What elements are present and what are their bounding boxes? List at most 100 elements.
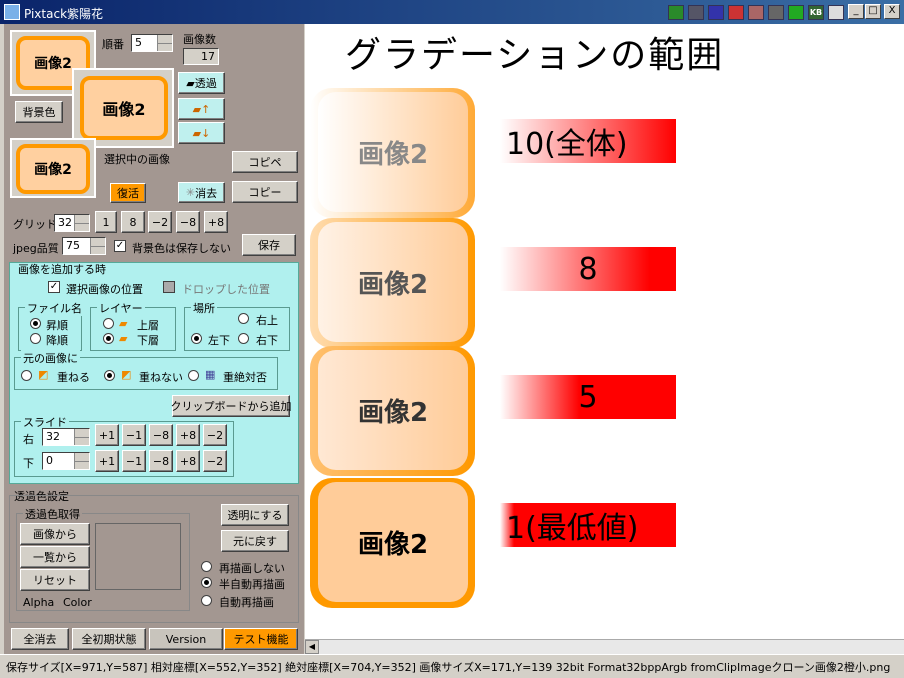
overlap-radio[interactable] bbox=[21, 370, 32, 381]
image-count-value: 17 bbox=[183, 48, 219, 65]
keyboard-icon[interactable]: KB bbox=[808, 5, 824, 20]
drop-position-label: ドロップした位置 bbox=[182, 283, 270, 296]
slide-down-button[interactable]: −2 bbox=[203, 450, 227, 472]
background-color-button[interactable]: 背景色 bbox=[15, 101, 63, 123]
tile-label: 画像2 bbox=[318, 350, 468, 470]
canvas-tile[interactable]: 画像2 bbox=[310, 218, 475, 348]
canvas-tile[interactable]: 画像2 bbox=[310, 346, 475, 476]
selected-position-label: 選択画像の位置 bbox=[66, 283, 143, 296]
grid-spinner[interactable] bbox=[74, 215, 89, 231]
bg-no-save-checkbox[interactable]: ✓ bbox=[114, 240, 126, 252]
transparent-button[interactable]: ▰ 透過 bbox=[178, 72, 225, 94]
asc-radio[interactable] bbox=[30, 318, 41, 329]
copy-button[interactable]: コピー bbox=[232, 181, 298, 203]
jpeg-quality-spinner[interactable] bbox=[90, 238, 105, 254]
semi-auto-radio[interactable] bbox=[201, 577, 212, 588]
upper-radio[interactable] bbox=[103, 318, 114, 329]
tab-test[interactable]: テスト機能 bbox=[224, 628, 298, 650]
tray-icon[interactable] bbox=[688, 5, 704, 20]
grid-button[interactable]: −2 bbox=[148, 211, 172, 233]
slide-down-button[interactable]: −1 bbox=[122, 450, 146, 472]
tray-icon[interactable] bbox=[768, 5, 784, 20]
tab-clear-all[interactable]: 全消去 bbox=[11, 628, 69, 650]
slide-right-spinner[interactable] bbox=[74, 429, 89, 445]
tray-icon[interactable] bbox=[828, 5, 844, 20]
auto-redraw-radio[interactable] bbox=[201, 595, 212, 606]
tray-icon[interactable] bbox=[668, 5, 684, 20]
original-title: 元の画像に bbox=[21, 350, 80, 366]
color-label: Color bbox=[63, 596, 92, 609]
tray-icon[interactable] bbox=[788, 5, 804, 20]
from-image-button[interactable]: 画像から bbox=[20, 523, 90, 545]
restore-button[interactable]: 復活 bbox=[110, 183, 146, 203]
no-redraw-radio[interactable] bbox=[201, 561, 212, 572]
move-down-button[interactable]: ▰↓ bbox=[178, 122, 225, 144]
order-spinner[interactable] bbox=[157, 35, 172, 51]
no-overlap-radio[interactable] bbox=[104, 370, 115, 381]
slide-down-button[interactable]: +1 bbox=[95, 450, 119, 472]
top-right-radio[interactable] bbox=[238, 313, 249, 324]
lower-radio[interactable] bbox=[103, 333, 114, 344]
grid-button[interactable]: 1 bbox=[95, 211, 117, 233]
tray-icon[interactable] bbox=[748, 5, 764, 20]
add-from-clipboard-button[interactable]: クリップボードから追加 bbox=[171, 395, 292, 417]
grid-button[interactable]: +8 bbox=[204, 211, 228, 233]
lower-label: 下層 bbox=[137, 334, 159, 347]
transparent-label: 透過 bbox=[194, 77, 217, 90]
save-button[interactable]: 保存 bbox=[242, 234, 296, 256]
tile-label: 画像2 bbox=[318, 222, 468, 342]
order-label: 順番 bbox=[102, 38, 124, 51]
canvas-heading: グラデーションの範囲 bbox=[345, 35, 725, 76]
grid-label: グリッド bbox=[13, 218, 57, 231]
tab-version[interactable]: Version bbox=[149, 628, 223, 650]
slide-down-button[interactable]: −8 bbox=[149, 450, 173, 472]
bottom-right-radio[interactable] bbox=[238, 333, 249, 344]
thumbnail-selected[interactable]: 画像2 bbox=[72, 68, 174, 148]
close-button[interactable]: X bbox=[884, 4, 900, 19]
bottom-left-label: 左下 bbox=[208, 334, 230, 347]
delete-button[interactable]: ✳ 消去 bbox=[178, 182, 225, 203]
grid-button[interactable]: −8 bbox=[176, 211, 200, 233]
slide-right-button[interactable]: +1 bbox=[95, 424, 119, 446]
auto-redraw-label: 自動再描画 bbox=[219, 596, 274, 609]
top-right-label: 右上 bbox=[256, 314, 278, 327]
revert-button[interactable]: 元に戻す bbox=[221, 530, 289, 552]
desc-radio[interactable] bbox=[30, 333, 41, 344]
thumbnail-small-bottom[interactable]: 画像2 bbox=[10, 138, 96, 198]
from-list-button[interactable]: 一覧から bbox=[20, 546, 90, 568]
upper-layer-icon: ▰ bbox=[119, 317, 128, 330]
never-overlap-radio[interactable] bbox=[188, 370, 199, 381]
slide-right-button[interactable]: +8 bbox=[176, 424, 200, 446]
horizontal-scrollbar[interactable]: ◀ bbox=[305, 639, 904, 654]
reset-button[interactable]: リセット bbox=[20, 569, 90, 591]
color-preview bbox=[95, 523, 181, 590]
no-overlap-label: 重ねない bbox=[139, 371, 183, 384]
bottom-left-radio[interactable] bbox=[191, 333, 202, 344]
move-up-button[interactable]: ▰↑ bbox=[178, 98, 225, 120]
canvas-tile[interactable]: 画像2 bbox=[310, 478, 475, 608]
drop-position-checkbox[interactable] bbox=[163, 281, 175, 293]
grid-button[interactable]: 8 bbox=[121, 211, 145, 233]
gradient-bar-5: 5 bbox=[500, 375, 676, 419]
make-transparent-button[interactable]: 透明にする bbox=[221, 504, 289, 526]
copy-paste-button[interactable]: コピペ bbox=[232, 151, 298, 173]
maximize-button[interactable]: □ bbox=[865, 4, 881, 19]
slide-right-button[interactable]: −1 bbox=[122, 424, 146, 446]
thumbnail-label: 画像2 bbox=[16, 144, 90, 194]
scroll-left-icon[interactable]: ◀ bbox=[305, 640, 319, 654]
title-bar: Pixtack紫陽花 KB _ □ X bbox=[0, 0, 904, 24]
slide-right-button[interactable]: −8 bbox=[149, 424, 173, 446]
never-overlap-label: 重絶対否 bbox=[223, 371, 267, 384]
selected-position-checkbox[interactable]: ✓ bbox=[48, 281, 60, 293]
minimize-button[interactable]: _ bbox=[848, 4, 864, 19]
canvas-tile[interactable]: 画像2 bbox=[310, 88, 475, 218]
slide-right-button[interactable]: −2 bbox=[203, 424, 227, 446]
tab-reset-all[interactable]: 全初期状態 bbox=[72, 628, 146, 650]
never-overlap-icon: ▦ bbox=[205, 368, 216, 381]
asc-label: 昇順 bbox=[46, 319, 68, 332]
tray-icon[interactable] bbox=[708, 5, 724, 20]
tray-icon[interactable] bbox=[728, 5, 744, 20]
slide-down-button[interactable]: +8 bbox=[176, 450, 200, 472]
filename-title: ファイル名 bbox=[25, 300, 84, 316]
slide-down-spinner[interactable] bbox=[74, 453, 89, 469]
